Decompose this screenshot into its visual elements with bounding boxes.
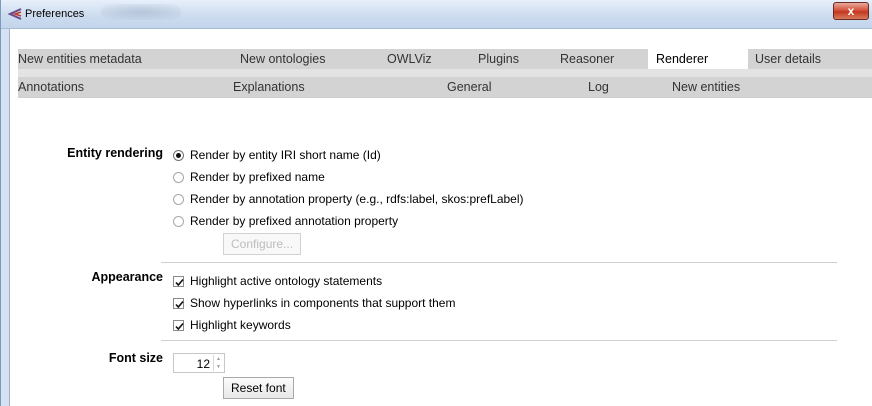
title-bar-glare xyxy=(101,4,181,20)
close-button[interactable]: x xyxy=(833,2,869,20)
radio-render-prefixed-annotation-property[interactable]: Render by prefixed annotation property xyxy=(173,214,398,228)
radio-render-iri-short-name[interactable]: Render by entity IRI short name (Id) xyxy=(173,148,381,162)
option-label: Render by prefixed name xyxy=(190,170,325,184)
tab-strip-row-2: Annotations Explanations General Log New… xyxy=(18,77,872,97)
tab-annotations[interactable]: Annotations xyxy=(18,77,84,97)
checkbox[interactable] xyxy=(173,297,184,309)
tab-new-entities-metadata[interactable]: New entities metadata xyxy=(18,49,223,69)
option-label: Render by annotation property (e.g., rdf… xyxy=(190,192,524,206)
close-icon: x xyxy=(847,4,855,18)
checkbox-highlight-keywords[interactable]: Highlight keywords xyxy=(173,318,291,332)
option-label: Highlight active ontology statements xyxy=(190,274,383,288)
protege-app-icon xyxy=(8,8,22,20)
spinner-arrows: ▲ ▼ xyxy=(213,355,223,371)
tab-label: Annotations xyxy=(18,80,85,94)
option-label: Highlight keywords xyxy=(190,318,291,332)
checkbox[interactable] xyxy=(173,319,184,331)
tab-label: New entities xyxy=(672,80,741,94)
tab-log[interactable]: Log xyxy=(588,77,609,97)
radio-button[interactable] xyxy=(173,171,184,183)
configure-button[interactable]: Configure... xyxy=(223,233,302,255)
checkbox-highlight-active-ontology[interactable]: Highlight active ontology statements xyxy=(173,274,382,288)
window-left-border xyxy=(1,29,10,406)
checkbox-show-hyperlinks[interactable]: Show hyperlinks in components that suppo… xyxy=(173,296,455,310)
tab-label: General xyxy=(447,80,492,94)
option-label: Show hyperlinks in components that suppo… xyxy=(190,296,456,310)
title-bar[interactable]: Preferences x xyxy=(1,0,872,29)
font-size-label: Font size xyxy=(108,351,163,365)
window-title: Preferences xyxy=(25,8,85,20)
radio-render-annotation-property[interactable]: Render by annotation property (e.g., rdf… xyxy=(173,192,524,206)
checkbox[interactable] xyxy=(173,275,184,287)
radio-render-prefixed-name[interactable]: Render by prefixed name xyxy=(173,170,325,184)
preferences-window: Preferences x New entities metadata New … xyxy=(0,0,872,406)
panel-top-border xyxy=(18,97,872,98)
reset-font-button[interactable]: Reset font xyxy=(223,377,294,399)
tab-general[interactable]: General xyxy=(447,77,491,97)
section-divider xyxy=(161,262,837,263)
radio-button-selected[interactable] xyxy=(173,149,184,161)
radio-button[interactable] xyxy=(173,193,184,205)
font-size-spinner[interactable]: 12 ▲ ▼ xyxy=(173,353,225,373)
option-label: Render by prefixed annotation property xyxy=(190,214,399,228)
tab-label: OWLViz xyxy=(387,52,432,66)
tab-label: Reasoner xyxy=(560,52,615,66)
tab-new-ontologies[interactable]: New ontologies xyxy=(240,49,325,69)
tab-strip-divider xyxy=(18,69,872,77)
checkmark-icon xyxy=(175,322,184,330)
tab-label: User details xyxy=(755,52,821,66)
tab-label: Renderer xyxy=(656,52,709,66)
tab-user-details[interactable]: User details xyxy=(755,49,821,69)
tab-label: New ontologies xyxy=(240,52,326,66)
section-divider xyxy=(161,340,837,341)
tab-reasoner[interactable]: Reasoner xyxy=(560,49,614,69)
tab-owlviz[interactable]: OWLViz xyxy=(387,49,432,69)
appearance-label: Appearance xyxy=(91,270,163,284)
checkmark-icon xyxy=(175,278,184,286)
tab-label: Explanations xyxy=(233,80,305,94)
tab-label: Plugins xyxy=(478,52,519,66)
tab-renderer[interactable]: Renderer xyxy=(648,49,748,69)
spinner-down-arrow-icon[interactable]: ▼ xyxy=(214,363,223,371)
entity-rendering-label: Entity rendering xyxy=(67,146,163,160)
tab-strip-row-1: New entities metadata New ontologies OWL… xyxy=(18,49,872,69)
tab-label: Log xyxy=(588,80,609,94)
option-label: Render by entity IRI short name (Id) xyxy=(190,148,381,162)
tab-label: New entities metadata xyxy=(18,52,142,66)
tab-explanations[interactable]: Explanations xyxy=(233,77,305,97)
radio-button[interactable] xyxy=(173,215,184,227)
tab-plugins[interactable]: Plugins xyxy=(478,49,519,69)
checkmark-icon xyxy=(175,300,184,308)
tab-new-entities[interactable]: New entities xyxy=(672,77,740,97)
font-size-value[interactable]: 12 xyxy=(197,357,210,371)
spinner-up-arrow-icon[interactable]: ▲ xyxy=(214,355,223,363)
